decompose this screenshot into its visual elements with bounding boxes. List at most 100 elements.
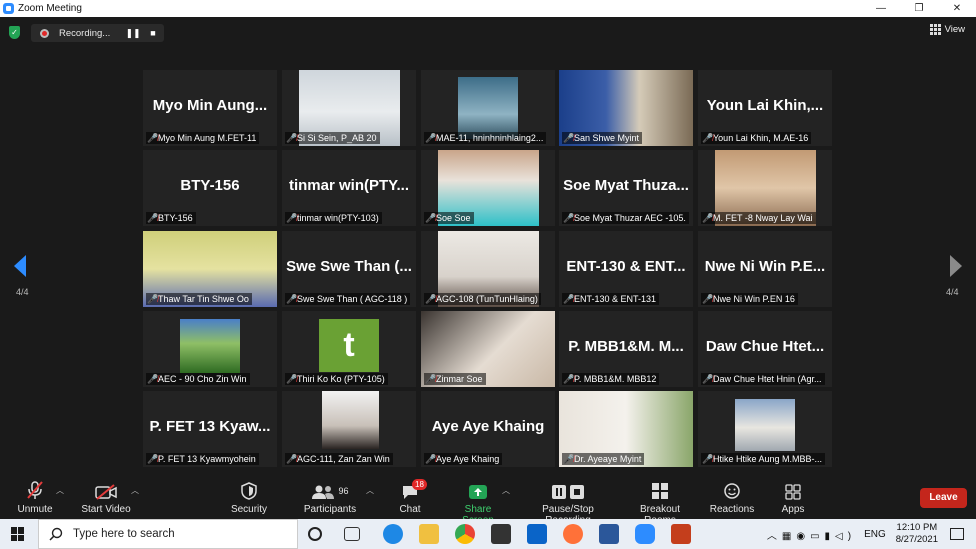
chat-button[interactable]: Chat 18 — [390, 476, 430, 519]
participant-tile[interactable]: 🎤̸ San Shwe Myint — [559, 70, 693, 146]
video-options-caret-icon[interactable]: ︿ — [131, 485, 139, 496]
participant-display-name: Soe Myat Thuza... — [563, 177, 689, 194]
participant-tile[interactable]: 🎤̸ AGC-108 (TunTunHlaing) — [421, 231, 555, 307]
leave-button[interactable]: Leave — [920, 488, 967, 508]
participants-caret-icon[interactable]: ︿ — [366, 485, 374, 496]
participant-name-label: 🎤̸ Soe Myat Thuzar AEC -105. — [562, 212, 689, 224]
notifications-icon[interactable] — [950, 528, 964, 540]
view-label: View — [944, 24, 965, 35]
participant-name-label: 🎤̸ Aye Aye Khaing — [424, 453, 503, 465]
clock-date: 8/27/2021 — [895, 534, 938, 545]
pause-stop-recording-button[interactable]: Pause/Stop Recording — [520, 476, 616, 526]
participant-name-label: 🎤̸ Si Si Sein, P_AB 20 — [285, 132, 380, 144]
participants-count: 96 — [338, 486, 349, 496]
participant-name: Daw Chue Htet Hnin (Agr... — [713, 374, 822, 384]
unmute-label: Unmute — [17, 504, 53, 515]
powerpoint-icon[interactable] — [671, 524, 691, 544]
participant-tile[interactable]: ENT-130 & ENT... 🎤̸ ENT-130 & ENT-131 — [559, 231, 693, 307]
share-screen-button[interactable]: Share Screen — [448, 476, 508, 526]
participant-name-label: 🎤̸ M. FET -8 Nway Lay Wai — [701, 212, 816, 224]
participant-tile[interactable]: Nwe Ni Win P.E... 🎤̸ Nwe Ni Win P.EN 16 — [698, 231, 832, 307]
participant-video — [735, 399, 795, 451]
participant-name: Dr. Ayeaye Myint — [574, 454, 642, 464]
participant-name: tinmar win(PTY-103) — [297, 213, 379, 223]
apps-button[interactable]: Apps — [774, 476, 812, 519]
audio-options-caret-icon[interactable]: ︿ — [56, 485, 64, 496]
participant-tile[interactable]: Myo Min Aung... 🎤̸ Myo Min Aung M.FET-11 — [143, 70, 277, 146]
reactions-button[interactable]: Reactions — [708, 476, 756, 519]
edge-browser-icon[interactable] — [383, 524, 403, 544]
start-video-button[interactable]: Start Video — [78, 476, 134, 519]
minimize-button[interactable]: — — [862, 0, 900, 17]
participant-tile[interactable]: 🎤̸ AEC - 90 Cho Zin Win — [143, 311, 277, 387]
store-icon[interactable] — [491, 524, 511, 544]
breakout-rooms-button[interactable]: Breakout Rooms — [624, 476, 696, 526]
muted-mic-icon: 🎤̸ — [147, 294, 159, 304]
language-indicator[interactable]: ENG — [864, 529, 886, 540]
unmute-button[interactable]: Unmute — [12, 476, 58, 519]
participant-display-name: Aye Aye Khaing — [431, 418, 545, 435]
participant-tile[interactable]: Soe Myat Thuza... 🎤̸ Soe Myat Thuzar AEC -… — [559, 150, 693, 226]
muted-mic-icon: 🎤̸ — [286, 133, 298, 143]
participant-video — [458, 77, 518, 139]
zoom-taskbar-icon[interactable] — [635, 524, 655, 544]
participant-tile[interactable]: BTY-156 🎤̸ BTY-156 — [143, 150, 277, 226]
participants-button[interactable]: 96 Participants — [303, 476, 357, 519]
muted-mic-icon: 🎤̸ — [702, 133, 714, 143]
participant-name-label: 🎤̸ Soe Soe — [424, 212, 474, 224]
participant-name-label: 🎤̸ San Shwe Myint — [562, 132, 643, 144]
cortana-icon[interactable] — [308, 527, 322, 541]
avatar: t — [319, 319, 379, 372]
mail-icon[interactable] — [527, 524, 547, 544]
participant-tile[interactable]: 🎤̸ Thaw Tar Tin Shwe Oo — [143, 231, 277, 307]
participant-tile[interactable]: t 🎤̸ Thiri Ko Ko (PTY-105) — [282, 311, 416, 387]
close-button[interactable]: ✕ — [938, 0, 976, 17]
previous-page-arrow-icon[interactable] — [14, 255, 26, 277]
encryption-shield-icon[interactable]: ✓ — [9, 26, 20, 39]
participant-name-label: 🎤̸ MAE-11, hninhninhlaing2... — [424, 132, 547, 144]
participant-name: Htike Htike Aung M.MBB-... — [713, 454, 823, 464]
muted-mic-icon: 🎤̸ — [286, 374, 298, 384]
participant-name: AEC - 90 Cho Zin Win — [158, 374, 247, 384]
muted-mic-icon: 🎤̸ — [563, 133, 575, 143]
security-button[interactable]: Security — [226, 476, 272, 519]
participant-tile[interactable]: Youn Lai Khin,... 🎤̸ Youn Lai Khin, M.AE-1… — [698, 70, 832, 146]
participant-tile[interactable]: 🎤̸ Dr. Ayeaye Myint — [559, 391, 693, 467]
muted-mic-icon: 🎤̸ — [425, 133, 437, 143]
stop-recording-icon[interactable]: ■ — [143, 28, 163, 38]
participant-tile[interactable]: 🎤̸ MAE-11, hninhninhlaing2... — [421, 70, 555, 146]
participant-tile[interactable]: 🎤̸ M. FET -8 Nway Lay Wai — [698, 150, 832, 226]
file-explorer-icon[interactable] — [419, 524, 439, 544]
participant-video — [180, 319, 240, 373]
participant-tile[interactable]: 🎤̸ Si Si Sein, P_AB 20 — [282, 70, 416, 146]
view-button[interactable]: View — [929, 24, 965, 35]
participant-tile[interactable]: Daw Chue Htet... 🎤̸ Daw Chue Htet Hnin (Ag… — [698, 311, 832, 387]
pause-recording-icon[interactable]: ❚❚ — [123, 28, 143, 39]
chrome-icon[interactable] — [455, 524, 475, 544]
participant-tile[interactable]: 🎤̸ Htike Htike Aung M.MBB-... — [698, 391, 832, 467]
participant-tile[interactable]: 🎤̸ Soe Soe — [421, 150, 555, 226]
word-icon[interactable] — [599, 524, 619, 544]
participant-tile[interactable]: Aye Aye Khaing 🎤̸ Aye Aye Khaing — [421, 391, 555, 467]
tray-icons[interactable]: ︿▦◉▭▮◁) — [767, 527, 856, 542]
restore-button[interactable]: ❐ — [900, 0, 938, 17]
participant-name: Thaw Tar Tin Shwe Oo — [158, 294, 249, 304]
participant-name-label: 🎤̸ AEC - 90 Cho Zin Win — [146, 373, 250, 385]
clock[interactable]: 12:10 PM 8/27/2021 — [896, 522, 938, 546]
next-page-arrow-icon[interactable] — [950, 255, 962, 277]
participant-tile[interactable]: tinmar win(PTY... 🎤̸ tinmar win(PTY-103) — [282, 150, 416, 226]
participant-tile[interactable]: 🎤̸ Zinmar Soe — [421, 311, 555, 387]
taskbar-search-box[interactable]: Type here to search — [38, 519, 298, 549]
participant-tile[interactable]: 🎤̸ AGC-111, Zan Zan Win — [282, 391, 416, 467]
participant-tile[interactable]: Swe Swe Than (... 🎤̸ Swe Swe Than ( AGC-11… — [282, 231, 416, 307]
participant-name-label: 🎤̸ AGC-111, Zan Zan Win — [285, 453, 393, 465]
participant-name: AGC-111, Zan Zan Win — [297, 454, 390, 464]
firefox-icon[interactable] — [563, 524, 583, 544]
participants-label: Participants — [303, 504, 357, 515]
share-options-caret-icon[interactable]: ︿ — [502, 485, 510, 496]
task-view-icon[interactable] — [344, 527, 360, 541]
participant-tile[interactable]: P. MBB1&M. M... 🎤̸ P. MBB1&M. MBB12 — [559, 311, 693, 387]
meeting-toolbar: Unmute ︿ Start Video ︿ Security 96 Parti… — [0, 476, 976, 526]
windows-start-icon[interactable] — [11, 527, 25, 541]
participant-tile[interactable]: P. FET 13 Kyaw... 🎤̸ P. FET 13 Kyawmyohein — [143, 391, 277, 467]
